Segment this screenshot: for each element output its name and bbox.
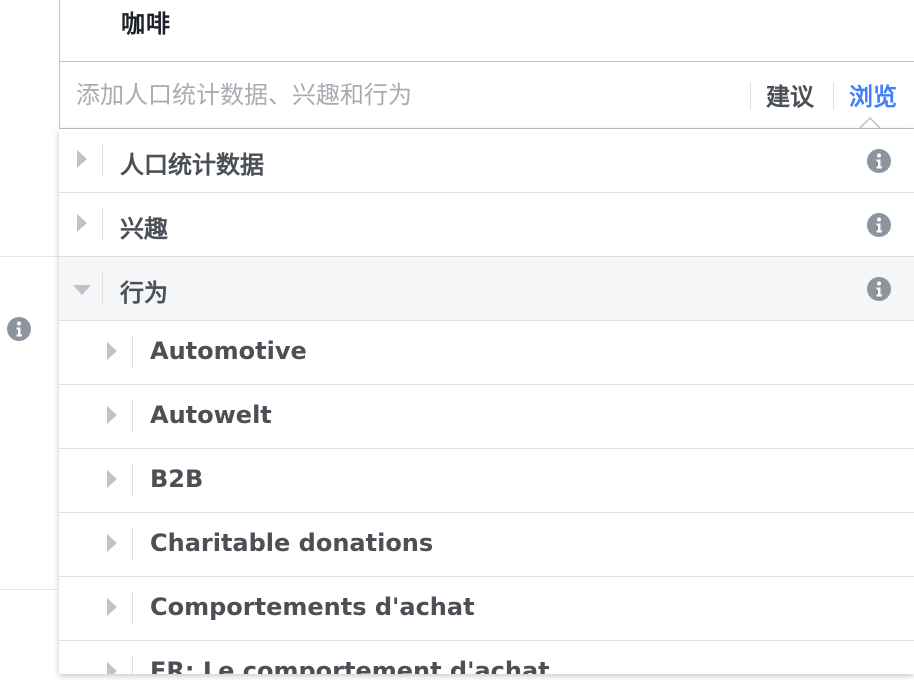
info-icon[interactable] bbox=[867, 149, 891, 177]
caret-right-icon[interactable] bbox=[76, 149, 88, 173]
row-divider bbox=[132, 335, 133, 369]
search-bar: 建议 浏览 bbox=[59, 62, 914, 129]
info-icon[interactable] bbox=[867, 277, 891, 305]
row-divider bbox=[132, 463, 133, 497]
caret-right-icon[interactable] bbox=[106, 405, 118, 429]
browse-dropdown: 人口统计数据 兴趣 行为 Automotive Autowelt B2B Cha… bbox=[59, 129, 914, 674]
row-divider bbox=[132, 399, 133, 433]
selected-tag[interactable]: 咖啡 bbox=[121, 4, 171, 39]
row-divider bbox=[132, 655, 133, 674]
row-divider bbox=[132, 591, 133, 625]
caret-right-icon[interactable] bbox=[106, 469, 118, 493]
subcategory-label: B2B bbox=[150, 465, 204, 493]
subcategory-label: FR: Le comportement d'achat bbox=[150, 657, 550, 674]
row-divider bbox=[132, 527, 133, 561]
subcategory-row[interactable]: Autowelt bbox=[59, 385, 914, 449]
subcategory-row[interactable]: FR: Le comportement d'achat bbox=[59, 641, 914, 674]
caret-right-icon[interactable] bbox=[106, 597, 118, 621]
left-divider-top bbox=[0, 256, 58, 257]
row-divider bbox=[102, 271, 103, 305]
category-row-behaviors[interactable]: 行为 bbox=[59, 257, 914, 321]
subcategory-row[interactable]: Charitable donations bbox=[59, 513, 914, 577]
subcategory-row[interactable]: Automotive bbox=[59, 321, 914, 385]
category-label: 兴趣 bbox=[120, 215, 168, 243]
category-row-demographics[interactable]: 人口统计数据 bbox=[59, 129, 914, 193]
caret-right-icon[interactable] bbox=[106, 661, 118, 674]
info-icon[interactable] bbox=[867, 213, 891, 241]
caret-right-icon[interactable] bbox=[76, 213, 88, 237]
suggestions-link[interactable]: 建议 bbox=[766, 77, 814, 112]
subcategory-label: Charitable donations bbox=[150, 529, 434, 557]
row-divider bbox=[102, 207, 103, 241]
left-divider-bottom bbox=[0, 589, 58, 590]
selected-targeting-box: 咖啡 bbox=[59, 0, 914, 62]
divider bbox=[750, 82, 751, 110]
category-row-interests[interactable]: 兴趣 bbox=[59, 193, 914, 257]
subcategory-label: Comportements d'achat bbox=[150, 593, 475, 621]
browse-link[interactable]: 浏览 bbox=[849, 77, 897, 112]
subcategory-label: Automotive bbox=[150, 337, 307, 365]
subcategory-label: Autowelt bbox=[150, 401, 272, 429]
caret-down-icon[interactable] bbox=[72, 281, 92, 300]
category-label: 人口统计数据 bbox=[120, 151, 264, 179]
divider bbox=[833, 82, 834, 110]
subcategory-row[interactable]: B2B bbox=[59, 449, 914, 513]
caret-right-icon[interactable] bbox=[106, 533, 118, 557]
info-icon[interactable] bbox=[7, 317, 31, 345]
category-label: 行为 bbox=[120, 279, 168, 307]
caret-right-icon[interactable] bbox=[106, 341, 118, 365]
search-input[interactable] bbox=[76, 76, 736, 114]
subcategory-row[interactable]: Comportements d'achat bbox=[59, 577, 914, 641]
row-divider bbox=[102, 143, 103, 177]
